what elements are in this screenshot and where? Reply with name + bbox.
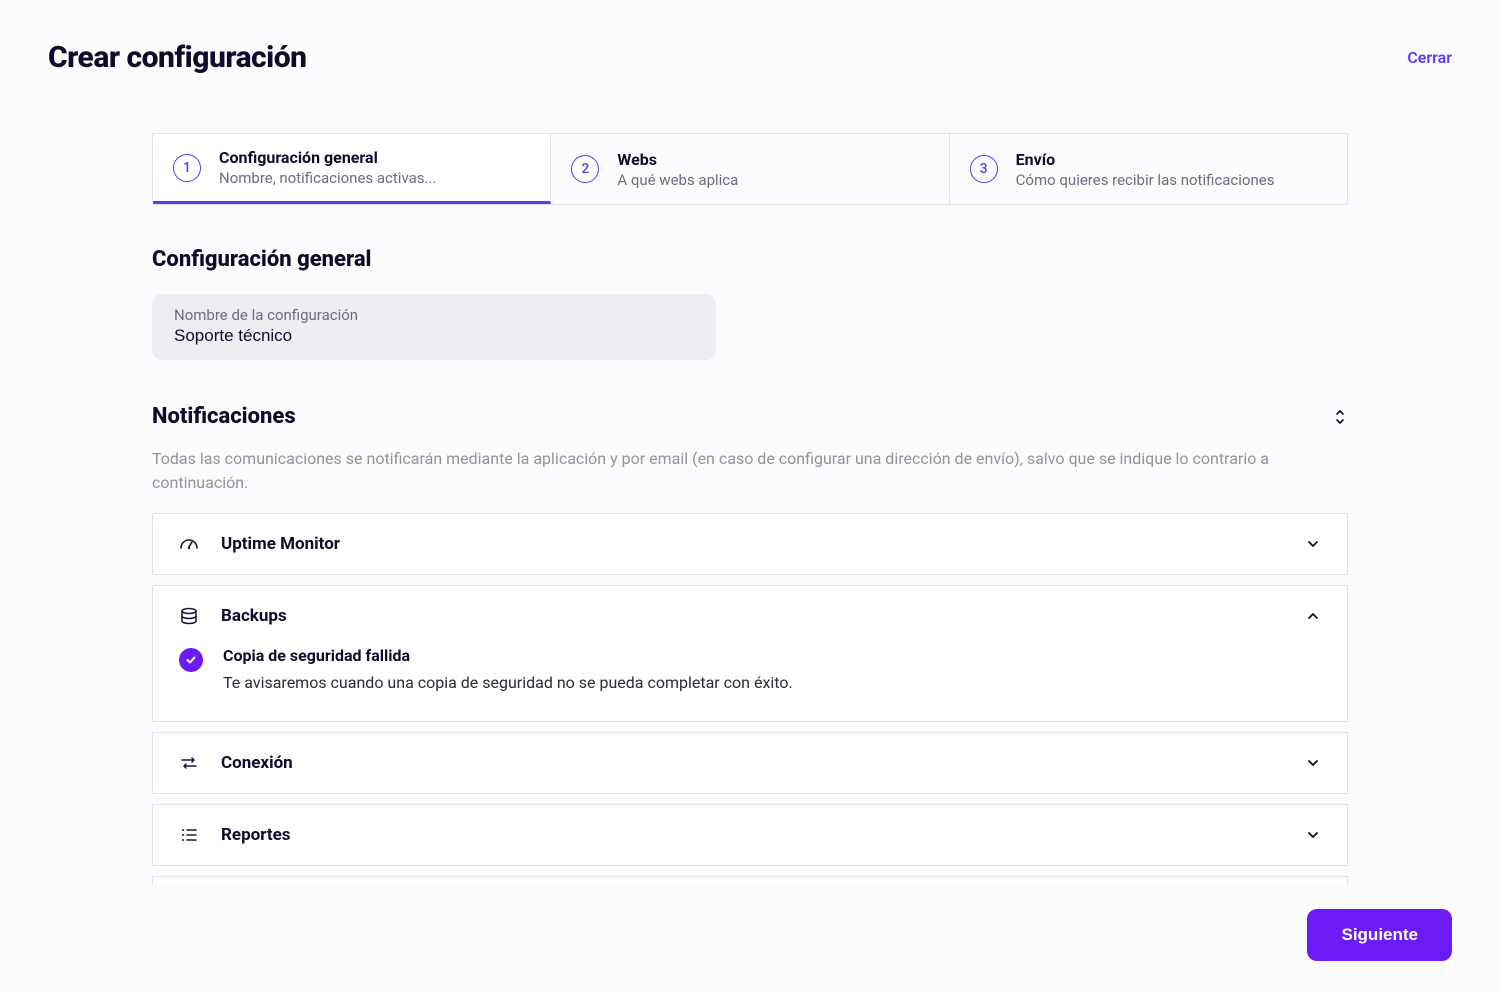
accordion-item-reportes: Reportes [152,804,1348,866]
accordion-item-conexion: Conexión [152,732,1348,794]
step-title: Configuración general [219,148,436,167]
notifications-description: Todas las comunicaciones se notificarán … [152,447,1348,495]
database-icon [179,606,199,626]
step-general[interactable]: 1 Configuración general Nombre, notifica… [153,134,551,204]
config-name-field[interactable]: Nombre de la configuración [152,294,716,360]
accordion-header[interactable]: Backups [153,586,1347,646]
step-number: 1 [173,154,201,182]
list-icon [179,825,199,845]
step-subtitle: A qué webs aplica [617,171,738,189]
gauge-icon [179,534,199,554]
accordion-item-partial [152,876,1348,884]
accordion-header[interactable]: Uptime Monitor [153,514,1347,574]
chevron-down-icon [1305,536,1321,552]
notification-option-title: Copia de seguridad fallida [223,646,1321,665]
step-subtitle: Cómo quieres recibir las notificaciones [1016,171,1275,189]
section-notifications-heading: Notificaciones [152,404,296,429]
stepper: 1 Configuración general Nombre, notifica… [152,133,1348,205]
notification-option-desc: Te avisaremos cuando una copia de seguri… [223,671,1321,695]
step-envio[interactable]: 3 Envío Cómo quieres recibir las notific… [950,134,1347,204]
notification-accordion: Uptime Monitor Backups [152,513,1348,884]
section-general-heading: Configuración general [152,247,1348,272]
chevron-down-icon [1305,755,1321,771]
check-icon [179,648,203,672]
expand-collapse-icon[interactable] [1332,407,1348,427]
config-name-label: Nombre de la configuración [174,306,694,324]
step-title: Webs [617,150,738,169]
accordion-item-backups: Backups Copia de seguridad fallida Te av… [152,585,1348,722]
step-subtitle: Nombre, notificaciones activas... [219,169,436,187]
config-name-input[interactable] [174,326,694,346]
step-number: 3 [970,155,998,183]
accordion-title: Uptime Monitor [221,534,1283,554]
accordion-title: Conexión [221,753,1283,773]
arrows-icon [179,753,199,773]
accordion-header[interactable]: Conexión [153,733,1347,793]
accordion-title: Reportes [221,825,1283,845]
close-link[interactable]: Cerrar [1407,48,1452,67]
step-webs[interactable]: 2 Webs A qué webs aplica [551,134,949,204]
chevron-up-icon [1305,608,1321,624]
step-number: 2 [571,155,599,183]
chevron-down-icon [1305,827,1321,843]
notification-option[interactable]: Copia de seguridad fallida Te avisaremos… [179,646,1321,695]
accordion-item-uptime: Uptime Monitor [152,513,1348,575]
next-button[interactable]: Siguiente [1307,909,1452,961]
accordion-body: Copia de seguridad fallida Te avisaremos… [153,646,1347,721]
step-title: Envío [1016,150,1275,169]
accordion-title: Backups [221,606,1283,626]
accordion-header[interactable]: Reportes [153,805,1347,865]
page-title: Crear configuración [48,40,307,75]
